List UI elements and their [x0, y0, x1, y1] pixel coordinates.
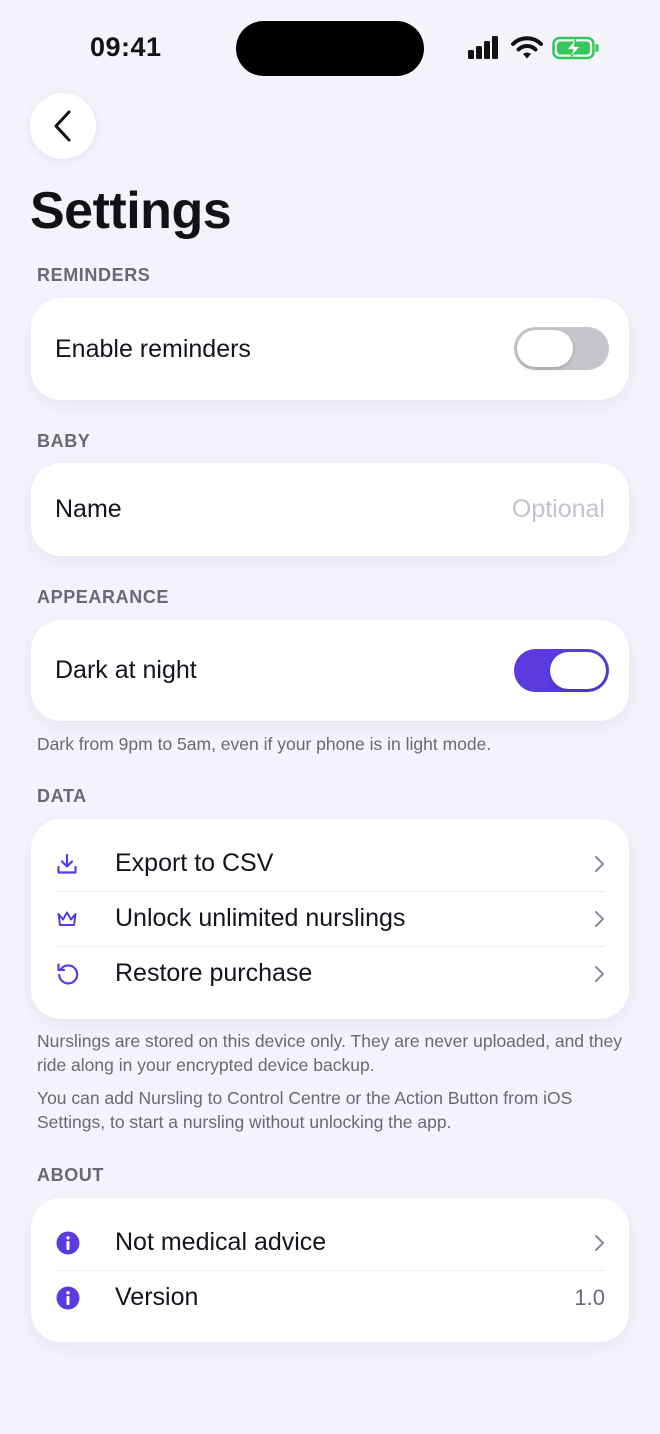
dynamic-island [236, 21, 424, 76]
baby-name-row[interactable]: Name Optional [55, 463, 605, 556]
version-row: Version 1.0 [55, 1270, 605, 1325]
baby-name-input[interactable]: Optional [512, 495, 605, 524]
chevron-right-icon [595, 910, 604, 927]
data-card: Export to CSV Unlock unlimited nurslings… [31, 819, 629, 1019]
dark-at-night-toggle[interactable] [514, 649, 609, 692]
not-medical-advice-label: Not medical advice [115, 1228, 327, 1256]
chevron-right-icon [595, 855, 604, 872]
page-title: Settings [30, 182, 232, 240]
about-card: Not medical advice Version 1.0 [31, 1198, 629, 1342]
chevron-left-icon [54, 110, 71, 142]
chevron-right-icon [595, 965, 604, 982]
enable-reminders-toggle[interactable] [514, 327, 609, 370]
section-header-baby: BABY [37, 431, 91, 451]
enable-reminders-label: Enable reminders [55, 334, 251, 363]
toggle-knob [550, 652, 606, 689]
cellular-signal-icon [468, 36, 498, 59]
version-value: 1.0 [574, 1284, 605, 1310]
section-header-data: DATA [37, 786, 87, 806]
baby-card: Name Optional [31, 463, 629, 556]
section-header-reminders: REMINDERS [37, 265, 151, 285]
unlock-unlimited-label: Unlock unlimited nurslings [115, 904, 406, 932]
version-label: Version [115, 1283, 199, 1311]
status-bar: 09:41 [0, 0, 660, 96]
status-time: 09:41 [90, 32, 162, 62]
export-csv-label: Export to CSV [115, 849, 274, 877]
restore-purchase-label: Restore purchase [115, 959, 313, 987]
crown-icon [55, 899, 95, 939]
reminders-card: Enable reminders [31, 298, 629, 400]
chevron-right-icon [595, 1234, 604, 1251]
back-button[interactable] [30, 93, 96, 159]
info-icon [55, 1223, 95, 1263]
restore-purchase-row[interactable]: Restore purchase [55, 946, 605, 1001]
data-note-control-centre: You can add Nursling to Control Centre o… [37, 1088, 573, 1132]
export-csv-row[interactable]: Export to CSV [55, 836, 605, 891]
appearance-card: Dark at night [31, 620, 629, 721]
dark-at-night-label: Dark at night [55, 656, 197, 684]
wifi-icon [511, 36, 543, 59]
not-medical-advice-row[interactable]: Not medical advice [55, 1215, 605, 1270]
section-header-appearance: APPEARANCE [37, 587, 170, 607]
download-icon [55, 844, 95, 884]
appearance-note: Dark from 9pm to 5am, even if your phone… [37, 734, 492, 754]
toggle-knob [517, 330, 573, 367]
baby-name-label: Name [55, 495, 122, 523]
section-header-about: ABOUT [37, 1165, 104, 1185]
info-icon [55, 1278, 95, 1318]
data-note-storage: Nurslings are stored on this device only… [37, 1031, 622, 1075]
unlock-unlimited-row[interactable]: Unlock unlimited nurslings [55, 891, 605, 946]
restore-icon [55, 954, 95, 994]
battery-charging-icon [552, 36, 599, 60]
